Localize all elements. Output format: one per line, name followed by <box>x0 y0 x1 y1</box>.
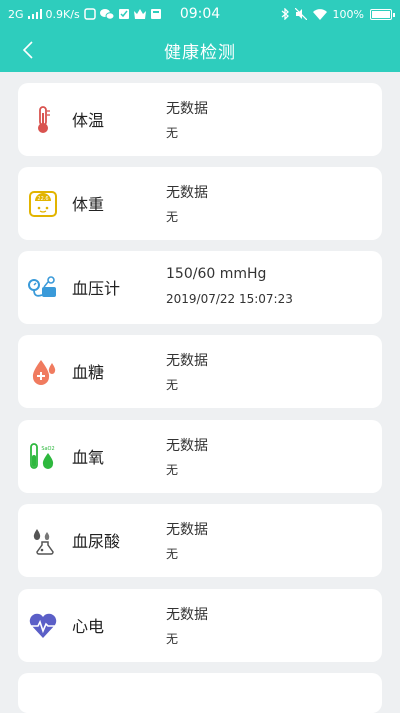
heart-ecg-icon <box>26 609 60 643</box>
item-value: 无数据 <box>166 522 208 538</box>
wechat-icon <box>99 9 114 20</box>
item-name: 血糖 <box>72 363 105 382</box>
item-time: 无 <box>166 632 179 646</box>
item-time: 无 <box>166 210 179 224</box>
list-item-temperature[interactable]: 体温 无数据 无 <box>18 83 382 156</box>
check-notification-icon <box>118 9 129 19</box>
blood-pressure-icon <box>26 271 60 305</box>
oxygen-label: SaO2 <box>41 446 54 452</box>
item-time: 2019/07/22 15:07:23 <box>166 292 293 306</box>
signal-icon <box>27 9 42 19</box>
uric-acid-icon <box>26 524 60 558</box>
item-time: 无 <box>166 126 179 140</box>
nav-bar: 健康检测 <box>0 28 400 72</box>
list-item-blood-pressure[interactable]: 血压计 150/60 mmHg 2019/07/22 15:07:23 <box>18 251 382 324</box>
list-item-blood-sugar[interactable]: 血糖 无数据 无 <box>18 335 382 408</box>
item-time: 无 <box>166 463 179 477</box>
crown-icon <box>133 9 146 19</box>
media-icon <box>150 9 161 19</box>
item-value: 无数据 <box>166 101 208 117</box>
network-speed: 0.9K/s <box>45 7 80 21</box>
battery-icon <box>370 8 395 20</box>
item-value: 无数据 <box>166 438 208 454</box>
page-title: 健康检测 <box>164 42 236 63</box>
item-name: 血氧 <box>72 448 105 467</box>
item-value: 无数据 <box>166 353 208 369</box>
item-name: 血尿酸 <box>72 532 121 551</box>
scale-icon: 22.6 <box>26 187 60 221</box>
status-right: 100% <box>281 7 395 21</box>
status-bar: 2G 0.9K/s 09:04 100% <box>0 0 400 28</box>
list-item-partial[interactable] <box>18 673 382 713</box>
item-name: 心电 <box>72 617 105 636</box>
wifi-icon <box>312 8 327 20</box>
thermometer-icon <box>26 103 60 137</box>
list-item-weight[interactable]: 22.6 体重 无数据 无 <box>18 167 382 240</box>
item-name: 体重 <box>72 195 105 214</box>
item-time: 无 <box>166 547 179 561</box>
back-button[interactable] <box>14 36 42 64</box>
list-item-ecg[interactable]: 心电 无数据 无 <box>18 589 382 662</box>
battery-percent: 100% <box>332 7 364 21</box>
item-value: 150/60 mmHg <box>166 266 267 282</box>
item-time: 无 <box>166 378 179 392</box>
list-item-uric-acid[interactable]: 血尿酸 无数据 无 <box>18 504 382 577</box>
blood-drop-icon <box>26 355 60 389</box>
network-type: 2G <box>8 7 24 21</box>
chevron-left-icon <box>22 41 33 59</box>
scale-reading: 22.6 <box>37 196 48 202</box>
item-value: 无数据 <box>166 185 208 201</box>
item-value: 无数据 <box>166 607 208 623</box>
item-name: 体温 <box>72 111 105 130</box>
app-notification-icon <box>83 8 96 20</box>
bluetooth-icon <box>281 8 289 20</box>
mute-icon <box>294 8 307 20</box>
item-name: 血压计 <box>72 279 121 298</box>
list-item-blood-oxygen[interactable]: SaO2 血氧 无数据 无 <box>18 420 382 493</box>
status-left: 2G 0.9K/s <box>8 8 162 21</box>
oxygen-tube-icon: SaO2 <box>26 440 60 474</box>
